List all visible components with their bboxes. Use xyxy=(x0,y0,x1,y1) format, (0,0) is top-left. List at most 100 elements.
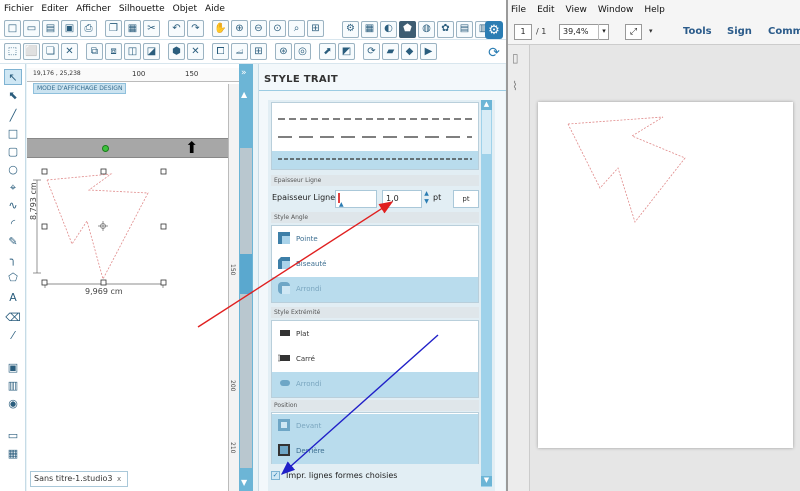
epaisseur-spinner-icon[interactable]: ▲ ▼ xyxy=(423,190,430,208)
arc-tool-icon[interactable]: ◜ xyxy=(4,216,22,232)
menu-view[interactable]: View xyxy=(566,5,587,15)
release-compound-icon[interactable]: ◪ xyxy=(143,43,160,60)
menu-window[interactable]: Window xyxy=(598,5,634,15)
comment-link[interactable]: Comm xyxy=(768,26,800,37)
angle-option-arrondi[interactable]: Arrondi xyxy=(272,277,478,302)
canvas-scroll-track[interactable] xyxy=(240,148,252,468)
fit-page-icon[interactable]: ⊞ xyxy=(307,20,324,37)
grid-icon[interactable]: ▦ xyxy=(361,20,378,38)
slider-thumb-icon[interactable]: ▲ xyxy=(339,201,344,208)
document-tab[interactable]: Sans titre-1.studio3 x xyxy=(30,471,128,487)
zoom-dropdown-icon[interactable]: ▾ xyxy=(598,24,609,40)
new-document-icon[interactable]: □ xyxy=(4,20,21,37)
store-icon[interactable]: ◉ xyxy=(4,396,22,412)
page-thumbnails-icon[interactable]: ▯ xyxy=(512,51,519,65)
selection-handles[interactable] xyxy=(41,168,167,286)
rotation-handle[interactable] xyxy=(102,145,109,152)
curve-tool-icon[interactable]: ∿ xyxy=(4,198,22,214)
open-recent-icon[interactable]: ▤ xyxy=(42,20,59,37)
bring-front-icon[interactable]: ⧠ xyxy=(212,43,229,60)
refresh-icon[interactable]: ⟳ xyxy=(485,44,503,62)
ellipse-tool-icon[interactable]: ○ xyxy=(4,162,22,178)
collapse-panel-icon[interactable]: » xyxy=(241,68,247,78)
trace-icon[interactable]: ⬈ xyxy=(319,43,336,60)
deselect-icon[interactable]: ⬜ xyxy=(23,43,40,60)
rectangle-tool-icon[interactable]: □ xyxy=(4,126,22,142)
tools-link[interactable]: Tools xyxy=(683,26,712,37)
knife-icon[interactable]: ◩ xyxy=(338,43,355,60)
tab-close-icon[interactable]: x xyxy=(117,472,121,486)
polygon-tool-icon[interactable]: ⌖ xyxy=(4,180,22,196)
menu-aide[interactable]: Aide xyxy=(205,4,225,14)
cross-icon[interactable]: ✕ xyxy=(187,43,204,60)
epaisseur-input[interactable]: 1,0 xyxy=(382,190,422,208)
angle-option-pointe[interactable]: Pointe xyxy=(272,227,478,252)
cut-settings-icon[interactable]: ◆ xyxy=(401,43,418,60)
cap-option-plat[interactable]: Plat xyxy=(272,322,478,347)
freehand-tool-icon[interactable]: ╮ xyxy=(4,252,22,268)
position-option-derriere[interactable]: Derrière xyxy=(272,439,478,464)
menu-editer[interactable]: Editer xyxy=(41,4,68,14)
scroll-up-icon[interactable]: ▲ xyxy=(241,90,247,99)
zoom-select-icon[interactable]: ⊙ xyxy=(269,20,286,37)
transform-icon[interactable]: ⟳ xyxy=(363,43,380,60)
select-tool-icon[interactable]: ↖ xyxy=(4,69,22,85)
attachments-paperclip-icon[interactable]: ⌇ xyxy=(512,79,518,93)
panel-view-icon[interactable]: ▭ xyxy=(4,428,22,444)
edit-points-tool-icon[interactable]: ⬉ xyxy=(4,88,22,104)
menu-file[interactable]: File xyxy=(511,5,526,15)
layout-view-icon[interactable]: ▦ xyxy=(4,446,22,462)
color-fill-icon[interactable]: ◐ xyxy=(380,20,397,38)
cap-option-arrondi[interactable]: Arrondi xyxy=(272,372,478,397)
select-all-icon[interactable]: ⬚ xyxy=(4,43,21,60)
pan-hand-icon[interactable]: ✋ xyxy=(212,20,229,37)
align-icon[interactable]: ⊞ xyxy=(250,43,267,60)
delete-icon[interactable]: ✕ xyxy=(61,43,78,60)
print-lines-checkbox[interactable]: ✓ xyxy=(271,471,280,480)
design-canvas[interactable]: 100 150 19,176 , 25,238 MODE D'AFFICHAGE… xyxy=(27,64,239,491)
pentagon-tool-icon[interactable]: ⬠ xyxy=(4,270,22,286)
panel-scroll-down-icon[interactable]: ▼ xyxy=(481,476,492,486)
eraser-icon[interactable]: ▰ xyxy=(382,43,399,60)
position-option-devant[interactable]: Devant xyxy=(272,414,478,439)
pentagon-icon[interactable]: ⬟ xyxy=(399,20,416,38)
more-tools-icon[interactable]: ▾ xyxy=(649,27,653,35)
text-tool-icon[interactable]: A xyxy=(4,290,22,306)
ungroup-icon[interactable]: ⧈ xyxy=(105,43,122,60)
panel-scroll-thumb[interactable] xyxy=(482,104,491,154)
page-setup-icon[interactable]: ⚙ xyxy=(342,20,359,38)
zoom-out-icon[interactable]: ⊖ xyxy=(250,20,267,37)
compound-icon[interactable]: ◫ xyxy=(124,43,141,60)
arrow-shape-path[interactable] xyxy=(46,173,149,281)
line-tool-icon[interactable]: ╱ xyxy=(4,108,22,124)
eraser-tool-icon[interactable]: ⌫ xyxy=(4,310,22,326)
sign-link[interactable]: Sign xyxy=(727,26,752,37)
menu-help[interactable]: Help xyxy=(644,5,665,15)
settings-gear-icon[interactable]: ⚙ xyxy=(485,21,503,39)
send-back-icon[interactable]: ⧡ xyxy=(231,43,248,60)
duplicate-icon[interactable]: ❏ xyxy=(42,43,59,60)
gradient-icon[interactable]: ◍ xyxy=(418,20,435,38)
line-style-icon[interactable]: ▤ xyxy=(456,20,473,38)
cap-option-carre[interactable]: Carré xyxy=(272,347,478,372)
epaisseur-slider[interactable]: ▲ xyxy=(335,190,377,208)
menu-fichier[interactable]: Fichier xyxy=(4,4,33,14)
rounded-rect-tool-icon[interactable]: ▢ xyxy=(4,144,22,160)
scroll-down-icon[interactable]: ▼ xyxy=(241,478,247,487)
undo-icon[interactable]: ↶ xyxy=(168,20,185,37)
panel-scroll-up-icon[interactable]: ▲ xyxy=(481,100,492,110)
save-icon[interactable]: ▣ xyxy=(61,20,78,37)
pencil-tool-icon[interactable]: ✎ xyxy=(4,234,22,250)
pattern-icon[interactable]: ✿ xyxy=(437,20,454,38)
replicate-icon[interactable]: ⊛ xyxy=(275,43,292,60)
paste-icon[interactable]: ▦ xyxy=(124,20,141,37)
copy-icon[interactable]: ❐ xyxy=(105,20,122,37)
dash-style-list[interactable] xyxy=(271,102,479,170)
panel-scrollbar[interactable] xyxy=(481,100,492,487)
offset-icon[interactable]: ◎ xyxy=(294,43,311,60)
open-folder-icon[interactable]: ▭ xyxy=(23,20,40,37)
zoom-drag-icon[interactable]: ⌕ xyxy=(288,20,305,37)
menu-objet[interactable]: Objet xyxy=(173,4,197,14)
unit-button[interactable]: pt xyxy=(453,190,479,208)
group-icon[interactable]: ⧉ xyxy=(86,43,103,60)
